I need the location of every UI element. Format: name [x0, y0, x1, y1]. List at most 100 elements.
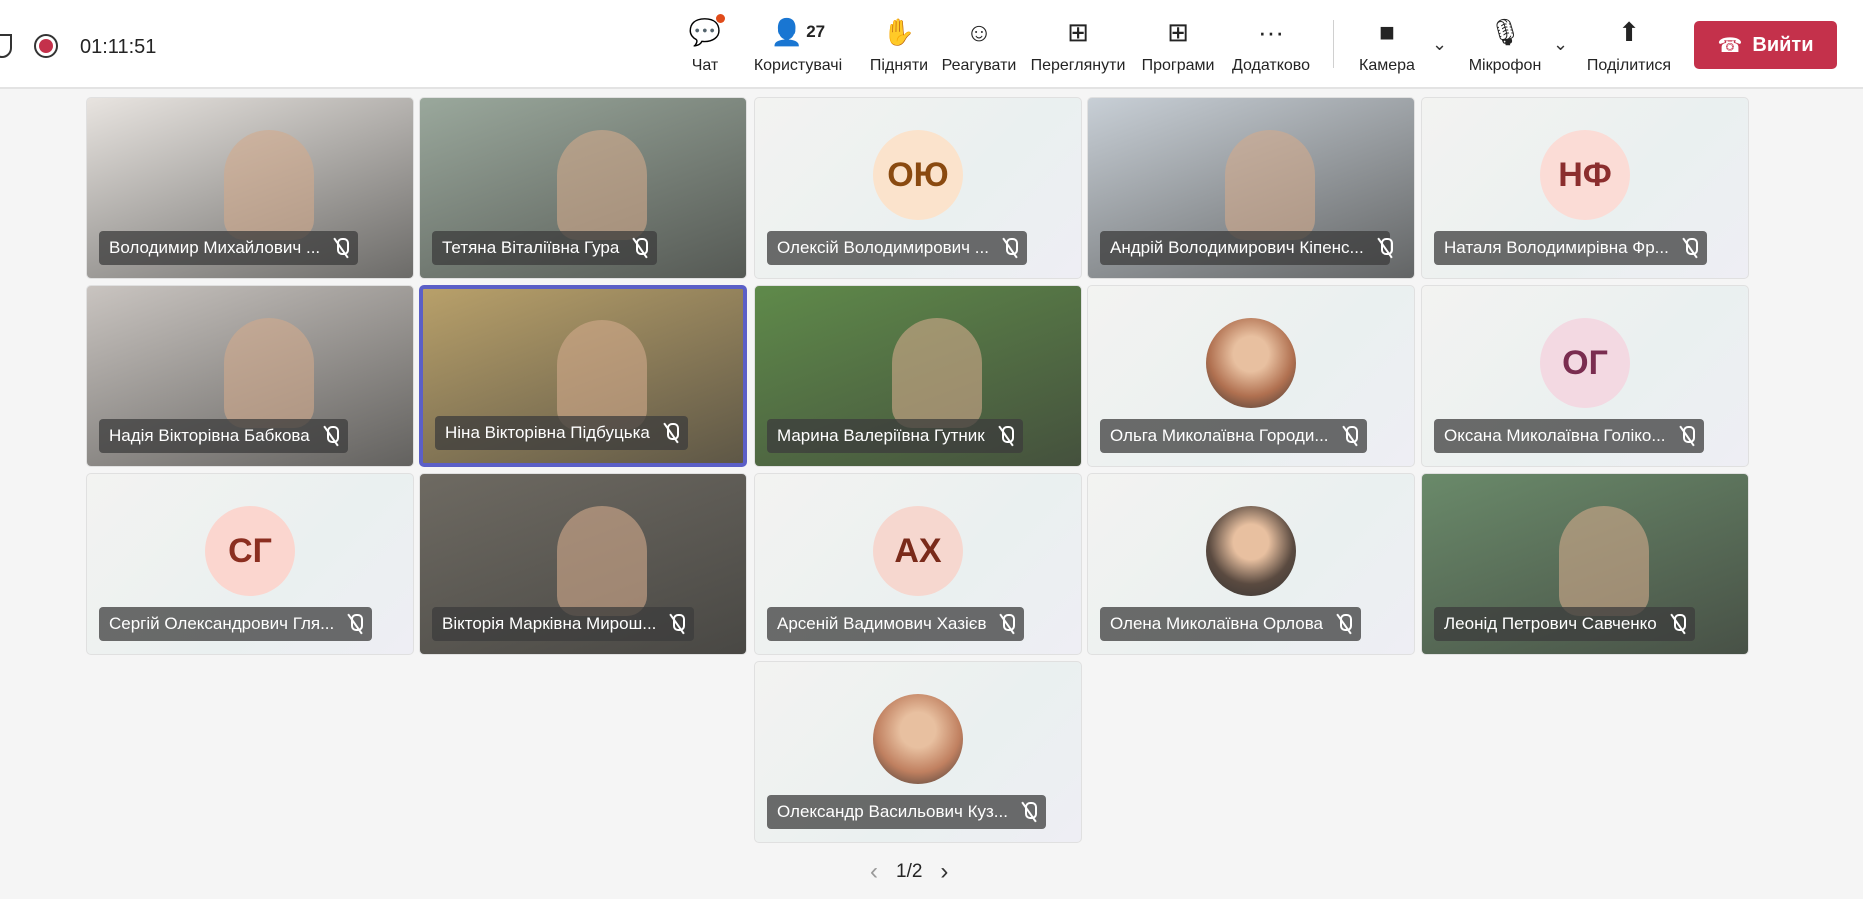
name-tag: Олександр Васильович Куз...	[767, 795, 1046, 829]
participant-video	[1224, 130, 1315, 241]
mic-off-icon	[348, 614, 364, 634]
chat-button[interactable]: 💬 Чат	[660, 14, 750, 75]
participant-tile[interactable]: Марина Валеріївна Гутник	[754, 285, 1082, 467]
mic-label: Мікрофон	[1468, 57, 1542, 74]
mic-off-icon	[334, 238, 350, 258]
participant-name: Надія Вікторівна Бабкова	[109, 426, 310, 445]
participant-tile[interactable]: Вікторія Марківна Мирош...	[419, 473, 747, 655]
participant-video	[223, 318, 314, 429]
participant-tile[interactable]: Леонід Петрович Савченко	[1421, 473, 1749, 655]
participant-tile[interactable]: ОГ Оксана Миколаївна Голіко...	[1421, 285, 1749, 467]
participant-tile[interactable]: Ольга Миколаївна Городи...	[1087, 285, 1415, 467]
camera-button[interactable]: ■ Камера	[1342, 14, 1432, 75]
mic-off-icon	[1022, 802, 1037, 822]
participant-tile[interactable]: Олександр Васильович Куз...	[754, 661, 1082, 843]
participant-tile[interactable]: Ніна Вікторівна Підбуцька	[419, 285, 747, 467]
mic-off-icon	[1671, 614, 1686, 634]
share-label: Поділитися	[1586, 57, 1672, 74]
camera-options-chevron-icon[interactable]: ⌄	[1432, 34, 1447, 55]
participant-name: Олена Миколаївна Орлова	[1110, 614, 1323, 633]
avatar: СГ	[205, 506, 295, 597]
mic-off-icon	[1680, 426, 1695, 446]
mic-off-icon	[633, 238, 649, 258]
participant-name: Вікторія Марківна Мирош...	[442, 614, 657, 633]
name-tag: Ніна Вікторівна Підбуцька	[435, 416, 688, 450]
mic-button[interactable]: 🎙 Мікрофон	[1460, 14, 1550, 75]
participant-name: Наталя Володимирівна Фр...	[1444, 238, 1669, 257]
participant-name: Олексій Володимирович ...	[777, 238, 989, 257]
more-label: Додатково	[1231, 57, 1311, 74]
people-button[interactable]: 👤 27 Користувачі	[753, 14, 843, 75]
name-tag: Андрій Володимирович Кіпенс...	[1100, 231, 1395, 265]
participant-tile[interactable]: Олена Миколаївна Орлова	[1087, 473, 1415, 655]
participant-tile[interactable]: Надія Вікторівна Бабкова	[86, 285, 414, 467]
meeting-timer: 01:11:51	[80, 36, 157, 58]
next-page-icon[interactable]: ›	[940, 858, 948, 886]
page-indicator: 1/2	[896, 861, 923, 882]
react-button[interactable]: ☺ Реагувати	[934, 14, 1024, 75]
mic-off-icon	[1378, 238, 1395, 258]
apps-plus-icon: ⊞	[1167, 16, 1189, 47]
avatar: НФ	[1540, 130, 1630, 221]
leave-button[interactable]: ☎ Вийти	[1694, 21, 1837, 69]
chat-icon: 💬	[689, 14, 726, 50]
participant-count: 27	[806, 22, 826, 41]
name-tag: Ольга Миколаївна Городи...	[1100, 419, 1367, 453]
mic-off-icon	[670, 614, 686, 634]
participant-tile[interactable]: СГ Сергій Олександрович Гля...	[86, 473, 414, 655]
phone-hangup-icon: ☎	[1717, 34, 1743, 57]
raise-button[interactable]: ✋ Підняти	[854, 14, 944, 75]
react-label: Реагувати	[941, 57, 1017, 74]
mic-off-icon	[1337, 614, 1352, 634]
view-button[interactable]: ⊞ Переглянути	[1030, 14, 1126, 75]
people-label: Користувачі	[753, 57, 843, 74]
participant-tile[interactable]: НФ Наталя Володимирівна Фр...	[1421, 97, 1749, 279]
smiley-icon: ☺	[965, 16, 993, 47]
mic-off-icon	[1000, 614, 1016, 634]
meeting-toolbar: 01:11:51 💬 Чат 👤 27 Користувачі ✋ Підняти ☺ Реаг…	[0, 0, 1863, 89]
view-label: Переглянути	[1030, 57, 1126, 74]
people-icon: 👤 27	[770, 16, 826, 47]
camera-label: Камера	[1359, 57, 1415, 74]
participant-tile[interactable]: АХ Арсеній Вадимович Хазієв	[754, 473, 1082, 655]
participant-video	[557, 320, 648, 431]
view-grid-icon: ⊞	[1067, 16, 1089, 47]
raise-hand-icon: ✋	[882, 16, 916, 47]
avatar: ОЮ	[873, 130, 963, 221]
prev-page-icon[interactable]: ‹	[870, 858, 878, 886]
avatar: ОГ	[1540, 318, 1630, 409]
pagination: ‹ 1/2 ›	[870, 858, 948, 886]
avatar: АХ	[873, 506, 963, 597]
participant-name: Володимир Михайлович ...	[109, 238, 321, 257]
name-tag: Олексій Володимирович ...	[767, 231, 1027, 265]
mic-off-icon	[1343, 426, 1358, 446]
name-tag: Марина Валеріївна Гутник	[767, 419, 1023, 453]
participant-tile[interactable]: Андрій Володимирович Кіпенс...	[1087, 97, 1415, 279]
mic-off-icon	[1003, 238, 1018, 258]
name-tag: Леонід Петрович Савченко	[1434, 607, 1695, 641]
unread-dot	[716, 14, 726, 23]
participant-video	[223, 130, 314, 241]
name-tag: Наталя Володимирівна Фр...	[1434, 231, 1707, 265]
mic-off-icon	[999, 426, 1014, 446]
participant-tile[interactable]: Тетяна Віталіївна Гура	[419, 97, 747, 279]
participant-name: Тетяна Віталіївна Гура	[442, 238, 620, 257]
share-button[interactable]: ⬆ Поділитися	[1584, 14, 1674, 75]
shield-icon	[0, 34, 12, 58]
chat-label: Чат	[691, 57, 719, 74]
camera-icon: ■	[1379, 16, 1395, 47]
mic-options-chevron-icon[interactable]: ⌄	[1553, 34, 1568, 55]
avatar	[1206, 318, 1296, 409]
participant-video	[1558, 506, 1649, 617]
name-tag: Оксана Миколаївна Голіко...	[1434, 419, 1704, 453]
participant-name: Ольга Миколаївна Городи...	[1110, 426, 1329, 445]
participant-tile[interactable]: Володимир Михайлович ...	[86, 97, 414, 279]
participant-name: Оксана Миколаївна Голіко...	[1444, 426, 1666, 445]
avatar	[1206, 506, 1296, 597]
participant-name: Андрій Володимирович Кіпенс...	[1110, 238, 1364, 257]
participant-tile[interactable]: ОЮ Олексій Володимирович ...	[754, 97, 1082, 279]
apps-button[interactable]: ⊞ Програми	[1133, 14, 1223, 75]
more-button[interactable]: ··· Додатково	[1226, 14, 1316, 75]
participant-name: Леонід Петрович Савченко	[1444, 614, 1657, 633]
name-tag: Тетяна Віталіївна Гура	[432, 231, 658, 265]
